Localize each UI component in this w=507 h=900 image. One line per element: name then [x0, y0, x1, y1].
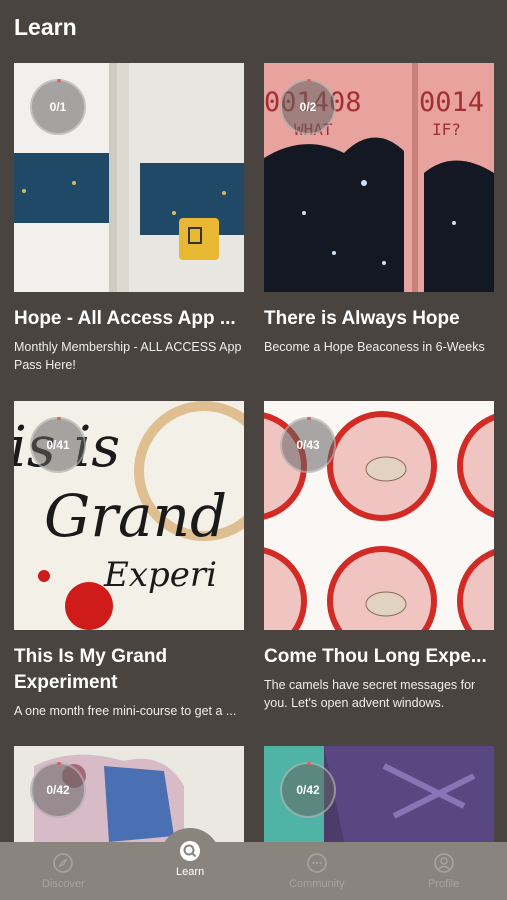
tab-label: Discover: [41, 878, 85, 890]
page-title: Learn: [14, 14, 77, 40]
course-thumbnail[interactable]: 001408 WHAT 0014 IF? 0/2: [264, 63, 494, 292]
course-title: Come Thou Long Expe...: [264, 646, 487, 667]
course-card-always-hope[interactable]: 001408 WHAT 0014 IF? 0/2 There is Always…: [264, 63, 494, 356]
ticket-number-right: 0014: [419, 87, 484, 118]
course-description: Monthly Membership - ALL ACCESS App Pass…: [14, 340, 242, 372]
user-icon: [433, 853, 454, 873]
course-title: There is Always Hope: [264, 308, 460, 329]
tab-label: Learn: [176, 866, 205, 878]
compass-icon: [53, 853, 74, 873]
course-card-6[interactable]: 0/42: [264, 746, 494, 842]
art-text-line3: Experi: [103, 555, 217, 595]
course-thumbnail[interactable]: 0/43: [264, 401, 494, 630]
progress-indicator: 0/42: [30, 762, 86, 818]
tab-profile[interactable]: Profile: [380, 842, 507, 900]
course-thumbnail[interactable]: is is Grand Experi 0/41: [14, 401, 244, 630]
course-title: Hope - All Access App ...: [14, 308, 236, 329]
art-text-line2: Grand: [44, 482, 227, 550]
tab-community[interactable]: Community: [254, 842, 381, 900]
tab-label: Community: [289, 878, 345, 890]
ticket-label-right: IF?: [432, 120, 461, 139]
course-card-5[interactable]: 0/42: [14, 746, 244, 842]
course-thumbnail[interactable]: 0/42: [14, 746, 244, 842]
progress-indicator: 0/2: [280, 79, 336, 135]
progress-indicator: 0/1: [30, 79, 86, 135]
tab-learn[interactable]: Learn: [127, 830, 254, 900]
search-icon: [180, 841, 201, 861]
course-description: The camels have secret messages for you.…: [264, 678, 476, 710]
bottom-navigation: Discover Learn Community Profile: [0, 841, 507, 900]
progress-indicator: 0/42: [280, 762, 336, 818]
course-card-come-thou-long-expected[interactable]: 0/43 Come Thou Long Expe... The camels h…: [264, 401, 494, 712]
course-description: Become a Hope Beaconess in 6-Weeks: [264, 340, 485, 354]
course-thumbnail[interactable]: 0/42: [264, 746, 494, 842]
course-card-grand-experiment[interactable]: is is Grand Experi 0/41 This Is My Grand…: [14, 401, 244, 720]
progress-indicator: 0/41: [30, 417, 86, 473]
chat-icon: [307, 853, 327, 873]
course-card-hope-all-access[interactable]: 0/1 Hope - All Access App ... Monthly Me…: [14, 63, 244, 374]
progress-indicator: 0/43: [280, 417, 336, 473]
tab-label: Profile: [428, 878, 460, 890]
course-title: This Is My Grand Experiment: [14, 646, 168, 693]
course-description: A one month free mini-course to get a ..…: [14, 704, 237, 718]
tab-discover[interactable]: Discover: [0, 842, 127, 900]
course-thumbnail[interactable]: 0/1: [14, 63, 244, 292]
